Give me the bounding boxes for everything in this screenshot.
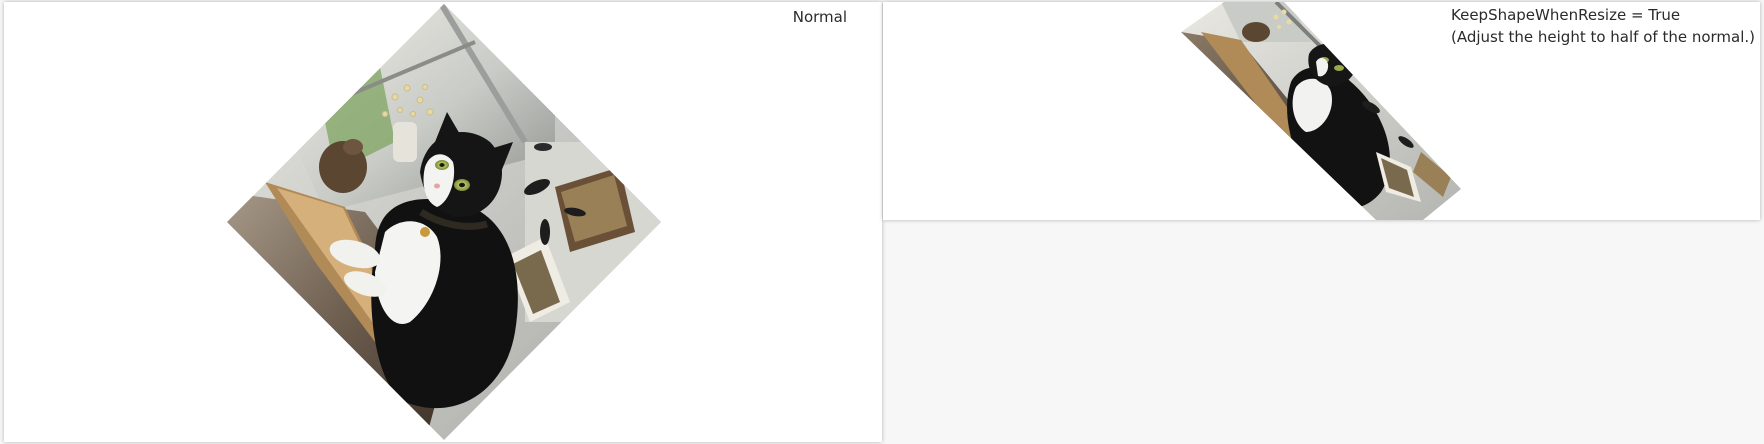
cat-skewed-image [1181, 2, 1461, 220]
normal-caption: Normal [792, 8, 847, 26]
normal-panel: Normal [4, 2, 882, 442]
keep-shape-panel: KeepShapeWhenResize = True (Adjust the h… [883, 2, 1760, 220]
page: Normal KeepShapeWhenResize = True (Adjus… [0, 0, 1764, 444]
cat-diamond-image [227, 4, 661, 440]
keep-shape-caption: KeepShapeWhenResize = True (Adjust the h… [1451, 6, 1756, 46]
